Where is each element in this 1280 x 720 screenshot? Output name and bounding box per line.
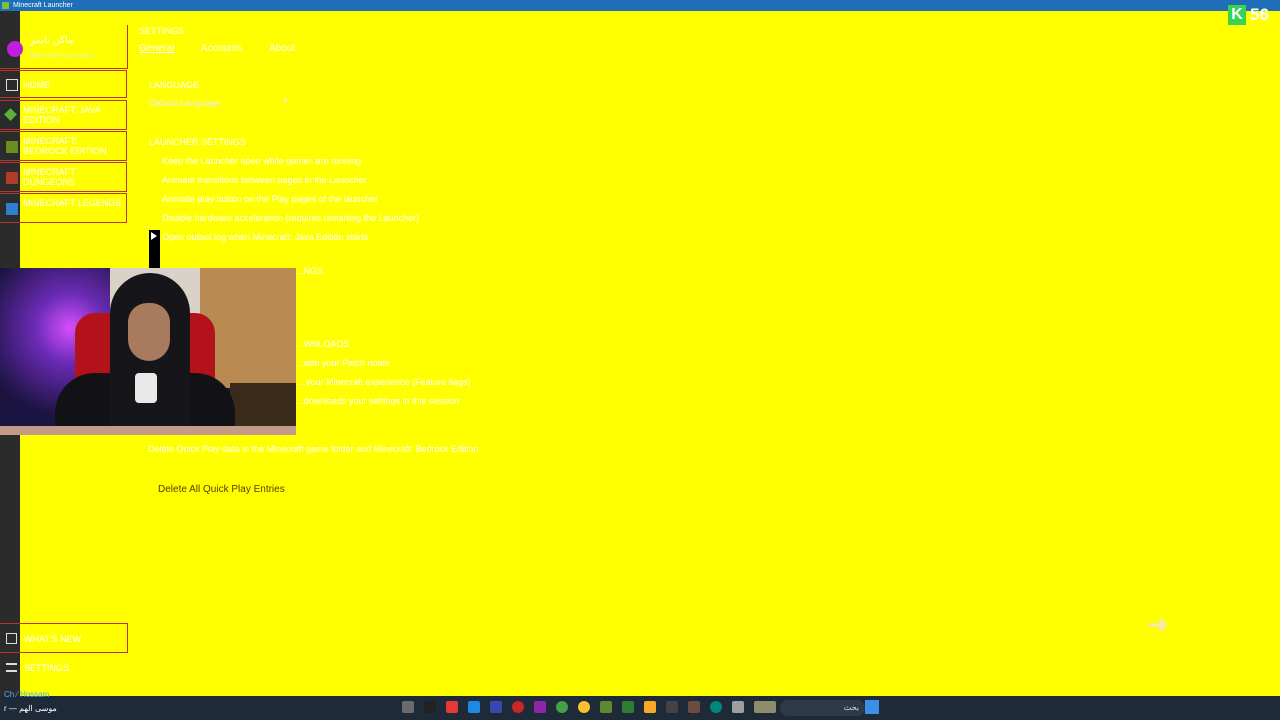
avatar: [7, 41, 23, 57]
sidebar-item-whats-new[interactable]: WHAT'S NEW: [0, 623, 128, 653]
sidebar-item-label: MINECRAFT DUNGEONS: [23, 167, 76, 187]
option-animate-transitions[interactable]: Animate transitions between pages in the…: [162, 175, 367, 185]
taskbar-app-icon[interactable]: [578, 701, 590, 713]
account-type: Microsoft account: [30, 51, 93, 60]
chrome-icon[interactable]: [556, 701, 568, 713]
taskbar-app-icon[interactable]: [446, 701, 458, 713]
arrow-icon: ➜: [1147, 609, 1169, 639]
taskbar-app-icon[interactable]: [402, 701, 414, 713]
tab-accounts[interactable]: Accounts: [201, 43, 242, 54]
sidebar-item-label: WHAT'S NEW: [24, 634, 82, 644]
viewer-count: 56: [1250, 5, 1269, 24]
account-switcher[interactable]: ماكن تايمز Microsoft account: [0, 25, 128, 69]
edge-icon[interactable]: [710, 701, 722, 713]
language-select[interactable]: Default Language ▼: [149, 98, 289, 110]
language-value: Default Language: [149, 98, 221, 108]
language-heading: LANGUAGE: [149, 80, 200, 90]
delete-quick-play-button[interactable]: Delete All Quick Play Entries: [158, 484, 285, 495]
taskbar-app-icon[interactable]: [512, 701, 524, 713]
webcam-floor: [0, 426, 296, 435]
sidebar-item-bedrock-edition[interactable]: MINECRAFT: BEDROCK EDITION: [0, 131, 127, 161]
sidebar-item-label: HOME: [23, 80, 50, 90]
sidebar-item-label: MINECRAFT: JAVA EDITION: [23, 105, 101, 125]
sidebar-item-label: MINECRAFT LEGENDS: [23, 198, 121, 208]
sidebar-item-legends[interactable]: MINECRAFT LEGENDS: [0, 193, 127, 223]
stream-chat-line: Ch ⁄ Hossam: [4, 690, 50, 699]
taskbar-app-icon[interactable]: [688, 701, 700, 713]
sidebar-item-label: MINECRAFT: BEDROCK EDITION: [23, 136, 107, 156]
news-icon: [6, 633, 17, 644]
window-title: Minecraft Launcher: [12, 2, 73, 9]
taskbar-app-icon[interactable]: [468, 701, 480, 713]
sidebar-item-java-edition[interactable]: MINECRAFT: JAVA EDITION: [0, 100, 127, 130]
sidebar-item-settings[interactable]: SETTINGS: [0, 659, 128, 679]
java-edition-icon: [4, 108, 17, 121]
taskbar-app-icon[interactable]: [732, 701, 744, 713]
legends-icon: [6, 203, 18, 215]
taskbar-app-icon[interactable]: [490, 701, 502, 713]
occluded-option-1[interactable]: ...with your Patch notes: [296, 358, 390, 368]
webcam-person: [55, 273, 235, 435]
chevron-down-icon: ▼: [282, 98, 289, 105]
settings-icon: [6, 663, 17, 672]
webcam-overlay: [0, 268, 296, 435]
taskbar-search[interactable]: بحث: [780, 700, 865, 716]
window-title-bar: Minecraft Launcher: [0, 0, 1280, 11]
search-label: بحث: [843, 703, 859, 712]
taskbar-app-icon[interactable]: [534, 701, 546, 713]
taskbar-app-icon[interactable]: [754, 701, 776, 713]
taskbar-app-icon[interactable]: [622, 701, 634, 713]
option-animate-play-button[interactable]: Animate play button on the Play pages of…: [162, 194, 378, 204]
microphone-icon: [135, 373, 157, 403]
minecraft-app-icon: [2, 2, 9, 9]
account-name: ماكن تايمز: [30, 35, 74, 46]
occluded-option-3[interactable]: ...downloads your settings in this sessi…: [296, 396, 459, 406]
occluded-heading-2: ...WNLOADS: [296, 339, 350, 349]
sidebar-item-dungeons[interactable]: MINECRAFT DUNGEONS: [0, 162, 127, 192]
folder-icon[interactable]: [644, 701, 656, 713]
option-disable-hw-accel[interactable]: Disable hardware acceleration (requires …: [162, 213, 419, 223]
mouse-cursor: [149, 230, 160, 270]
taskbar: Ch ⁄ Hossam r — موسى الهم بحث: [0, 690, 1280, 720]
taskbar-app-icon[interactable]: [424, 701, 436, 713]
dungeons-icon: [6, 172, 18, 184]
occluded-heading-1: ...NGS: [296, 266, 324, 276]
taskbar-app-icon[interactable]: [666, 701, 678, 713]
windows-start-icon[interactable]: [865, 700, 879, 714]
minecraft-icon[interactable]: [600, 701, 612, 713]
sidebar-item-home[interactable]: HOME: [0, 70, 127, 98]
tab-general[interactable]: General: [139, 43, 175, 54]
webcam-face: [128, 303, 170, 361]
tab-about[interactable]: About: [269, 43, 295, 54]
page-title: SETTINGS: [139, 26, 185, 36]
occluded-option-2[interactable]: ... your Minecraft experience (Feature f…: [296, 377, 471, 387]
sidebar-item-label: SETTINGS: [24, 663, 70, 673]
home-icon: [6, 79, 18, 91]
bedrock-edition-icon: [6, 141, 18, 153]
stream-chat-line: r — موسى الهم: [4, 704, 57, 713]
option-quick-play-data[interactable]: Delete Quick Play data in the Minecraft …: [148, 444, 520, 454]
kick-viewer-badge: K 56: [1222, 2, 1278, 28]
option-keep-open[interactable]: Keep the Launcher open while games are r…: [162, 156, 361, 166]
kick-logo-icon: K: [1228, 5, 1246, 25]
option-open-output-log[interactable]: Open output log when Minecraft: Java Edi…: [162, 232, 368, 242]
launcher-settings-heading: LAUNCHER SETTINGS: [149, 137, 247, 147]
